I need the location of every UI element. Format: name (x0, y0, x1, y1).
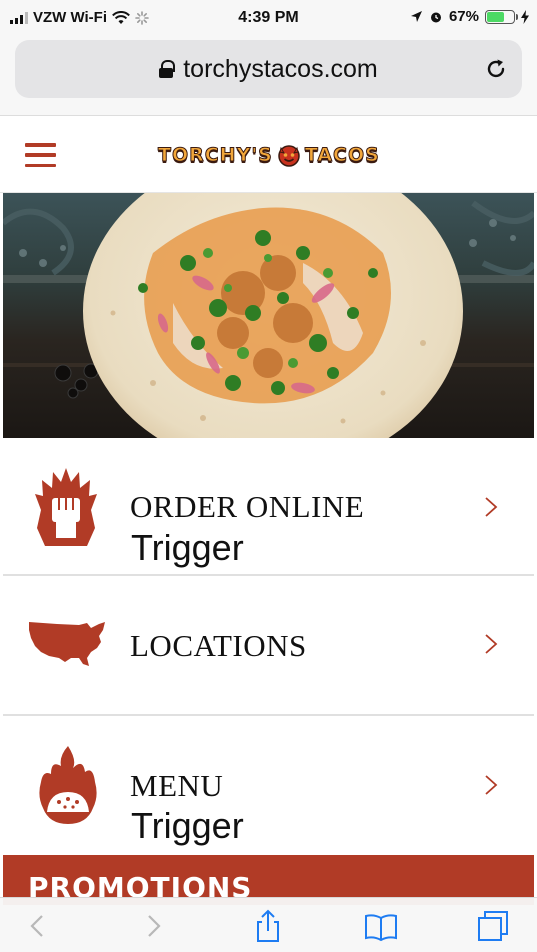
browser-toolbar (0, 897, 537, 952)
lock-icon (159, 60, 176, 78)
nav-row-order-online[interactable]: ORDER ONLINE Trigger (3, 438, 534, 576)
browser-address-area: torchystacos.com (0, 36, 537, 116)
hero-taco-image (3, 193, 534, 438)
back-arrow-icon[interactable] (20, 908, 56, 944)
reload-icon[interactable] (484, 57, 508, 81)
torchys-logo[interactable]: Torchy's Tacos (158, 141, 380, 169)
usa-map-icon (29, 622, 105, 666)
logo-text-right: Tacos (304, 144, 380, 167)
hero-illustration (3, 193, 534, 438)
nav-label-order-online: ORDER ONLINE (130, 489, 365, 524)
url-text: torchystacos.com (183, 54, 378, 83)
hamburger-menu-icon[interactable] (25, 143, 56, 167)
logo-text-left: Torchy's (158, 144, 273, 167)
url-display[interactable]: torchystacos.com (159, 55, 378, 84)
location-arrow-icon (410, 11, 422, 22)
charging-bolt-icon (521, 9, 529, 24)
devil-logo-icon (278, 145, 300, 167)
bookmarks-icon[interactable] (363, 908, 399, 944)
chevron-right-icon[interactable] (484, 774, 498, 796)
battery-icon (485, 9, 518, 24)
forward-arrow-icon[interactable] (135, 908, 171, 944)
battery-fill (487, 11, 505, 22)
nav-sub-order-online: Trigger (131, 527, 244, 568)
status-bar: VZW Wi-Fi 4:39 PM 67% (0, 0, 537, 36)
address-bar[interactable]: torchystacos.com (15, 40, 522, 98)
nav-sub-menu: Trigger (131, 805, 244, 846)
chevron-right-icon[interactable] (484, 633, 498, 655)
nav-label-locations: LOCATIONS (130, 628, 307, 663)
tabs-icon[interactable] (475, 908, 511, 944)
nav-row-locations[interactable]: LOCATIONS (3, 576, 534, 716)
nav-label-menu: MENU (130, 768, 224, 803)
alarm-icon (430, 12, 441, 22)
status-right: 67% (410, 8, 529, 25)
chevron-right-icon[interactable] (484, 496, 498, 518)
taco-flame-icon (39, 746, 97, 824)
share-icon[interactable] (250, 908, 286, 944)
fist-flame-icon (35, 468, 97, 546)
site-header: Torchy's Tacos (0, 117, 537, 193)
nav-row-menu[interactable]: MENU Trigger (3, 716, 534, 856)
battery-percent: 67% (448, 8, 479, 25)
